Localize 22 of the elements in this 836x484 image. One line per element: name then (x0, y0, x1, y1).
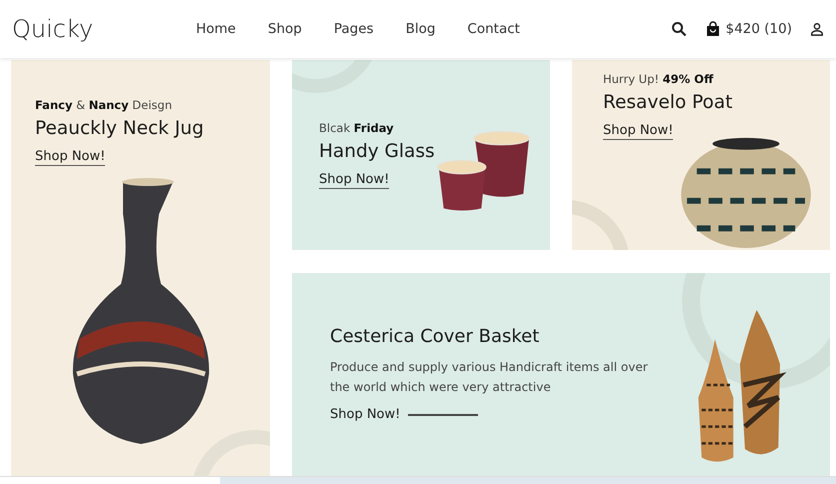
shop-now-link[interactable]: Shop Now! (35, 149, 106, 166)
cart-link[interactable]: $420 (10) (704, 21, 792, 37)
banner-description: Produce and supply various Handicraft items all over the world which were very attractive (330, 359, 649, 396)
shop-now-link[interactable]: Shop Now! (319, 172, 390, 189)
nav-link[interactable]: Shop (268, 21, 302, 37)
logo[interactable]: Quicky (12, 15, 192, 43)
banner-eyebrow: Blcak Friday (319, 121, 395, 135)
nav-link[interactable]: Blog (406, 21, 436, 37)
nav-link[interactable]: Home (196, 21, 236, 37)
nav-link[interactable]: Pages (334, 21, 374, 37)
shop-now-link[interactable]: Shop Now! (330, 407, 400, 423)
banner-title: Peauckly Neck Jug (35, 118, 205, 139)
banner-eyebrow: Hurry Up! 49% Off (603, 72, 714, 86)
nav-link[interactable]: Contact (467, 21, 520, 37)
banner-eyebrow: Fancy & Nancy Deisgn (35, 98, 173, 112)
banner-title: Cesterica Cover Basket (330, 326, 540, 347)
search-icon[interactable] (670, 21, 687, 37)
banner-title: Resavelo Poat (603, 92, 734, 113)
banner-title: Handy Glass (319, 141, 435, 162)
shop-now-link[interactable]: Shop Now! (603, 123, 674, 140)
shopping-bag-icon (704, 21, 721, 37)
user-icon[interactable] (810, 22, 824, 36)
